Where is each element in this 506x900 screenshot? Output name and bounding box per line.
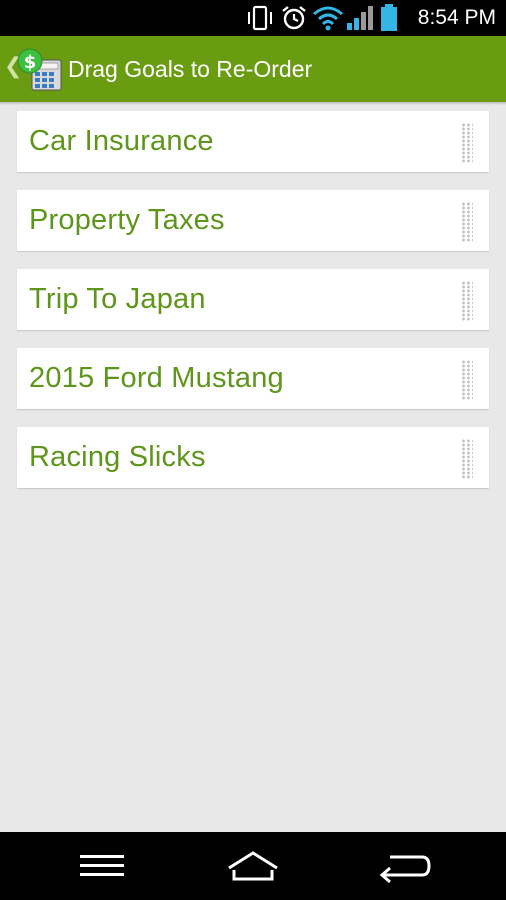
goal-item[interactable]: Racing Slicks: [17, 427, 489, 488]
goal-item[interactable]: Car Insurance: [17, 111, 489, 172]
back-arrow-icon[interactable]: [378, 848, 432, 884]
goal-label: 2015 Ford Mustang: [29, 362, 284, 394]
action-bar: ❮ $ Drag Goals to Re-Order: [0, 36, 506, 105]
goal-label: Property Taxes: [29, 204, 225, 236]
goal-label: Racing Slicks: [29, 441, 206, 473]
action-bar-shadow: [0, 102, 506, 105]
goal-label: Trip To Japan: [29, 283, 206, 315]
battery-icon: [381, 4, 397, 31]
goal-item[interactable]: 2015 Ford Mustang: [17, 348, 489, 409]
drag-handle-icon[interactable]: [461, 439, 473, 479]
page-title: Drag Goals to Re-Order: [68, 56, 313, 82]
vibrate-icon: [248, 5, 272, 31]
status-time: 8:54 PM: [417, 6, 496, 29]
wifi-icon: [313, 6, 343, 31]
status-bar: 8:54 PM: [0, 0, 506, 36]
alarm-icon: [282, 6, 306, 30]
drag-handle-icon[interactable]: [461, 360, 473, 400]
menu-icon[interactable]: [78, 848, 126, 884]
dollar-calculator-icon[interactable]: $: [17, 48, 63, 92]
navigation-bar: [0, 832, 506, 900]
drag-handle-icon[interactable]: [461, 202, 473, 242]
home-icon[interactable]: [225, 848, 281, 884]
goal-item[interactable]: Trip To Japan: [17, 269, 489, 330]
drag-handle-icon[interactable]: [461, 281, 473, 321]
drag-handle-icon[interactable]: [461, 123, 473, 163]
signal-icon: [347, 6, 373, 30]
goal-label: Car Insurance: [29, 125, 214, 157]
goal-list: Car Insurance Property Taxes Trip To Jap…: [17, 111, 489, 506]
goal-item[interactable]: Property Taxes: [17, 190, 489, 251]
svg-text:$: $: [24, 52, 37, 73]
